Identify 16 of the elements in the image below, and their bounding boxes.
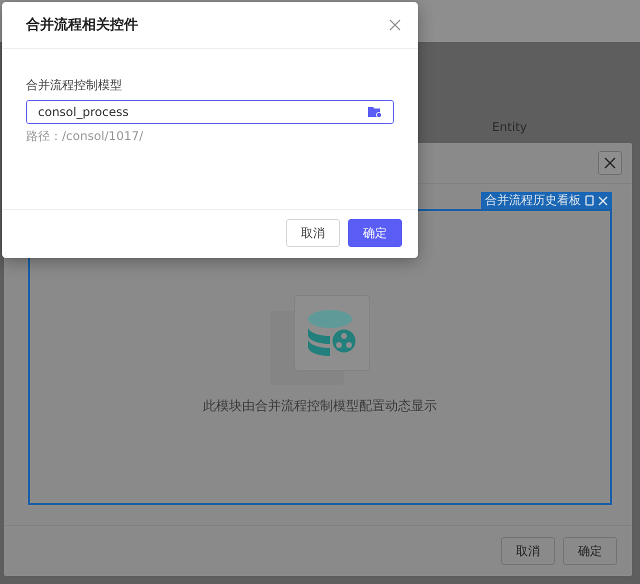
field-label: 合并流程控制模型 [26,77,123,94]
folder-icon[interactable] [368,106,382,118]
close-icon [604,157,616,169]
close-button[interactable] [388,18,402,32]
copy-icon[interactable] [585,195,594,206]
path-text: 路径：/consol/1017/ [26,128,144,145]
dialog-button[interactable]: 确定 [563,537,617,565]
modal-title: 合并流程相关控件 [26,16,138,34]
cancel-button[interactable]: 取消 [286,219,340,247]
close-icon[interactable] [598,196,608,206]
panel-tab[interactable]: 合并流程历史看板 [481,192,612,209]
model-input-field[interactable]: consol_process [26,100,394,124]
empty-message: 此模块由合并流程控制模型配置动态显示 [203,398,437,415]
confirm-button[interactable]: 确定 [348,219,402,247]
dialog-button[interactable]: 取消 [501,537,555,565]
close-button[interactable] [598,151,622,175]
